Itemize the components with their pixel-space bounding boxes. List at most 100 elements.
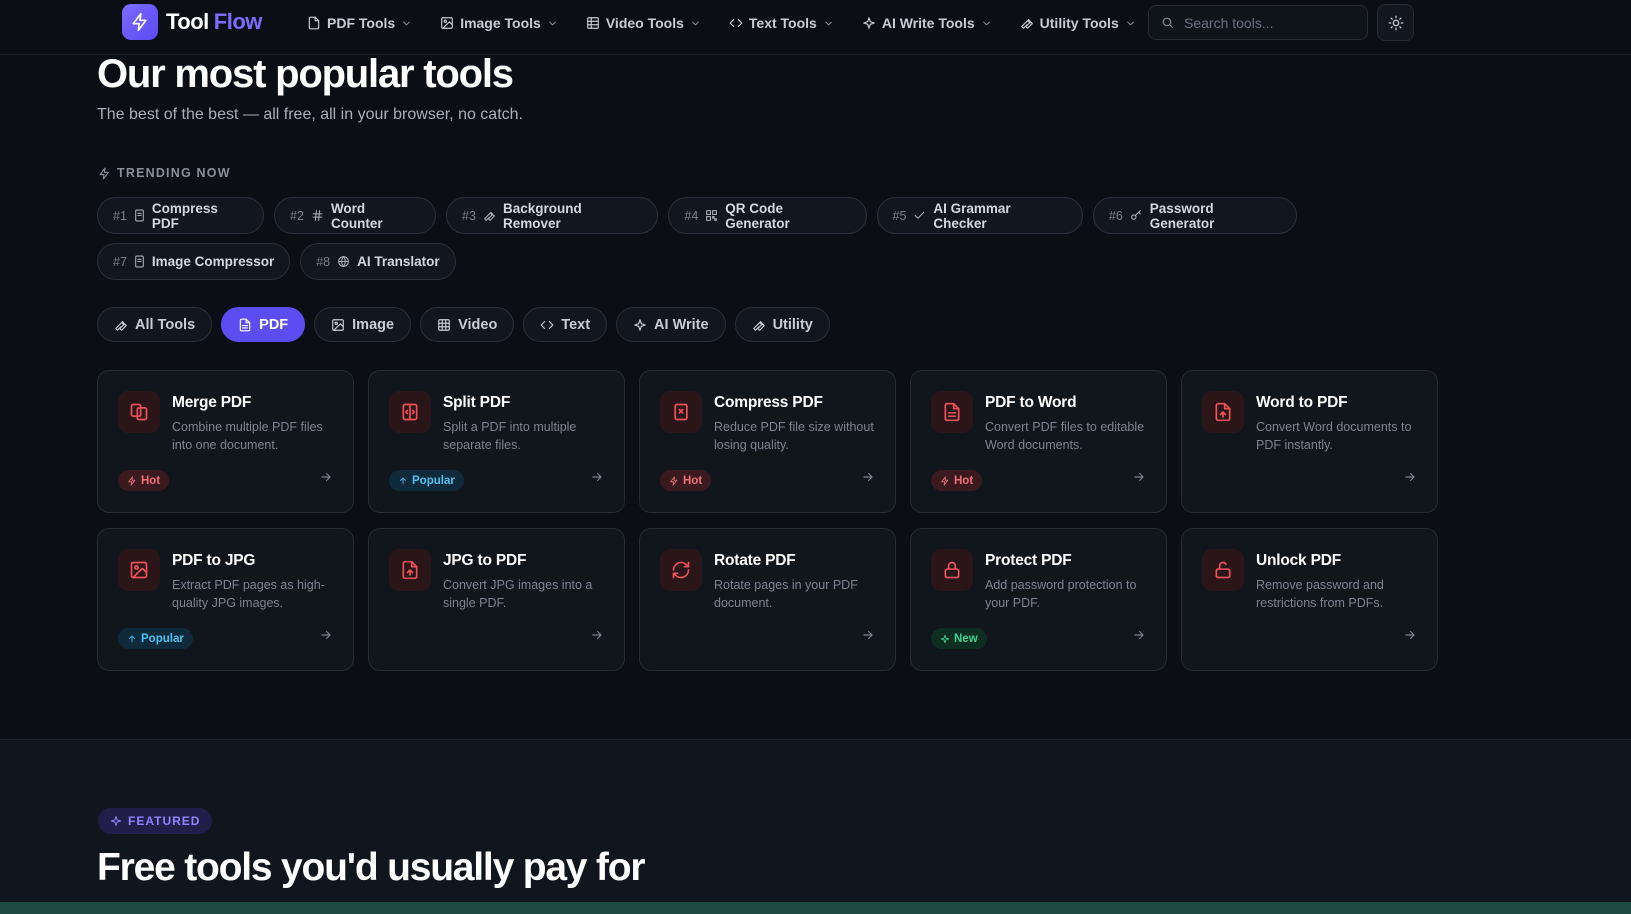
search-input[interactable] bbox=[1184, 14, 1354, 31]
check-icon bbox=[913, 209, 926, 222]
tab-pdf[interactable]: PDF bbox=[221, 307, 306, 342]
new-badge: New bbox=[931, 628, 987, 649]
tool-card-jpg-to-pdf[interactable]: JPG to PDF Convert JPG images into a sin… bbox=[368, 528, 625, 671]
image-icon bbox=[440, 16, 454, 30]
tab-all-tools[interactable]: All Tools bbox=[97, 307, 213, 342]
popular-badge: Popular bbox=[118, 628, 193, 649]
chevron-down-icon bbox=[690, 18, 701, 29]
tool-description: Remove password and restrictions from PD… bbox=[1256, 578, 1384, 610]
arrow-right-icon bbox=[1403, 470, 1417, 484]
menu-label: AI Write Tools bbox=[881, 15, 975, 31]
trending-chip-label: Compress PDF bbox=[151, 200, 218, 231]
badge-label: Hot bbox=[141, 474, 161, 487]
search-icon bbox=[1161, 16, 1174, 29]
sparkle-icon bbox=[110, 815, 122, 827]
popular-badge: Popular bbox=[389, 470, 464, 491]
trending-chip[interactable]: #2 Word Counter bbox=[274, 197, 437, 234]
trending-rank: #7 bbox=[113, 254, 127, 269]
badge-label: Popular bbox=[412, 474, 455, 487]
wrench-icon bbox=[1020, 16, 1034, 30]
trending-chip[interactable]: #3 Background Remover bbox=[446, 197, 659, 234]
hot-badge: Hot bbox=[660, 470, 712, 491]
split-icon bbox=[389, 391, 431, 433]
brand-logo[interactable]: Tool Flow bbox=[122, 4, 262, 40]
menu-label: Image Tools bbox=[460, 15, 541, 31]
video-grid-icon bbox=[586, 16, 600, 30]
tab-label: PDF bbox=[259, 316, 289, 333]
trending-rank: #6 bbox=[1108, 208, 1123, 223]
menu-image-tools[interactable]: Image Tools bbox=[440, 12, 558, 34]
flame-icon bbox=[940, 475, 950, 486]
file-small-icon bbox=[134, 209, 145, 222]
tab-ai-write[interactable]: AI Write bbox=[616, 307, 726, 342]
file-icon bbox=[238, 318, 252, 332]
document-icon bbox=[931, 391, 973, 433]
tool-card-protect-pdf[interactable]: Protect PDF Add password protection to y… bbox=[910, 528, 1167, 671]
theme-toggle-button[interactable] bbox=[1377, 4, 1414, 41]
lightning-icon bbox=[98, 167, 111, 180]
trending-rank: #5 bbox=[892, 208, 907, 223]
tab-video[interactable]: Video bbox=[420, 307, 515, 342]
trending-chip[interactable]: #6 Password Generator bbox=[1092, 197, 1297, 234]
featured-badge-label: FEATURED bbox=[128, 814, 201, 828]
menu-text-tools[interactable]: Text Tools bbox=[729, 12, 834, 34]
arrow-right-icon bbox=[590, 628, 604, 642]
image-icon bbox=[331, 318, 345, 332]
hash-icon bbox=[311, 209, 324, 222]
file-upload-icon bbox=[1202, 391, 1244, 433]
tool-card-merge-pdf[interactable]: Merge PDF Combine multiple PDF files int… bbox=[97, 370, 354, 513]
trending-chip-label: AI Translator bbox=[357, 254, 440, 269]
main-menu: PDF Tools Image Tools Video Tools Text T… bbox=[307, 12, 1164, 34]
category-tabs: All Tools PDF Image Video Text AI Write … bbox=[97, 307, 830, 342]
menu-label: Text Tools bbox=[748, 15, 817, 31]
file-upload-icon bbox=[389, 549, 431, 591]
flame-icon bbox=[669, 475, 679, 486]
menu-video-tools[interactable]: Video Tools bbox=[586, 12, 701, 34]
arrow-right-icon bbox=[1132, 628, 1146, 642]
trending-chip-label: Background Remover bbox=[502, 200, 582, 231]
tab-text[interactable]: Text bbox=[523, 307, 608, 342]
tool-title: Compress PDF bbox=[714, 394, 823, 411]
chevron-down-icon bbox=[981, 18, 992, 29]
arrow-up-icon bbox=[398, 476, 408, 486]
trending-chip[interactable]: #5 AI Grammar Checker bbox=[876, 197, 1083, 234]
arrow-right-icon bbox=[590, 470, 604, 484]
tab-utility[interactable]: Utility bbox=[734, 307, 830, 342]
trending-chip[interactable]: #7 Image Compressor bbox=[97, 243, 291, 280]
tool-card-compress-pdf[interactable]: Compress PDF Reduce PDF file size withou… bbox=[639, 370, 896, 513]
chevron-down-icon bbox=[823, 18, 834, 29]
trending-rank: #1 bbox=[113, 208, 127, 223]
tool-card-unlock-pdf[interactable]: Unlock PDF Remove password and restricti… bbox=[1181, 528, 1438, 671]
hot-badge: Hot bbox=[931, 470, 983, 491]
chevron-down-icon bbox=[547, 18, 558, 29]
tool-title: JPG to PDF bbox=[443, 552, 527, 569]
menu-label: Video Tools bbox=[605, 15, 684, 31]
menu-pdf-tools[interactable]: PDF Tools bbox=[307, 12, 412, 34]
lock-icon bbox=[931, 549, 973, 591]
tab-image[interactable]: Image bbox=[314, 307, 412, 342]
menu-label: Utility Tools bbox=[1039, 15, 1119, 31]
arrow-up-icon bbox=[127, 634, 137, 644]
trending-label: TRENDING NOW bbox=[98, 166, 231, 180]
trending-rank: #4 bbox=[684, 208, 699, 223]
wrench-icon bbox=[114, 318, 128, 332]
trending-chip[interactable]: #1 Compress PDF bbox=[97, 197, 265, 234]
tool-description: Reduce PDF file size without losing qual… bbox=[714, 420, 874, 452]
tool-card-pdf-to-word[interactable]: PDF to Word Convert PDF files to editabl… bbox=[910, 370, 1167, 513]
trending-chip-label: AI Grammar Checker bbox=[933, 200, 1011, 231]
menu-ai-write-tools[interactable]: AI Write Tools bbox=[862, 12, 992, 34]
tool-card-rotate-pdf[interactable]: Rotate PDF Rotate pages in your PDF docu… bbox=[639, 528, 896, 671]
wrench-icon bbox=[752, 318, 766, 332]
qr-code-icon bbox=[705, 209, 718, 222]
badge-label: Popular bbox=[141, 632, 184, 645]
wrench-icon bbox=[483, 209, 496, 222]
tab-label: AI Write bbox=[654, 316, 709, 333]
tool-card-pdf-to-jpg[interactable]: PDF to JPG Extract PDF pages as high-qua… bbox=[97, 528, 354, 671]
tool-card-split-pdf[interactable]: Split PDF Split a PDF into multiple sepa… bbox=[368, 370, 625, 513]
trending-rank: #3 bbox=[462, 208, 476, 223]
menu-utility-tools[interactable]: Utility Tools bbox=[1020, 12, 1136, 34]
tool-card-word-to-pdf[interactable]: Word to PDF Convert Word documents to PD… bbox=[1181, 370, 1438, 513]
badge-label: Hot bbox=[683, 474, 703, 487]
trending-chip[interactable]: #4 QR Code Generator bbox=[668, 197, 867, 234]
trending-chip[interactable]: #8 AI Translator bbox=[300, 243, 456, 280]
